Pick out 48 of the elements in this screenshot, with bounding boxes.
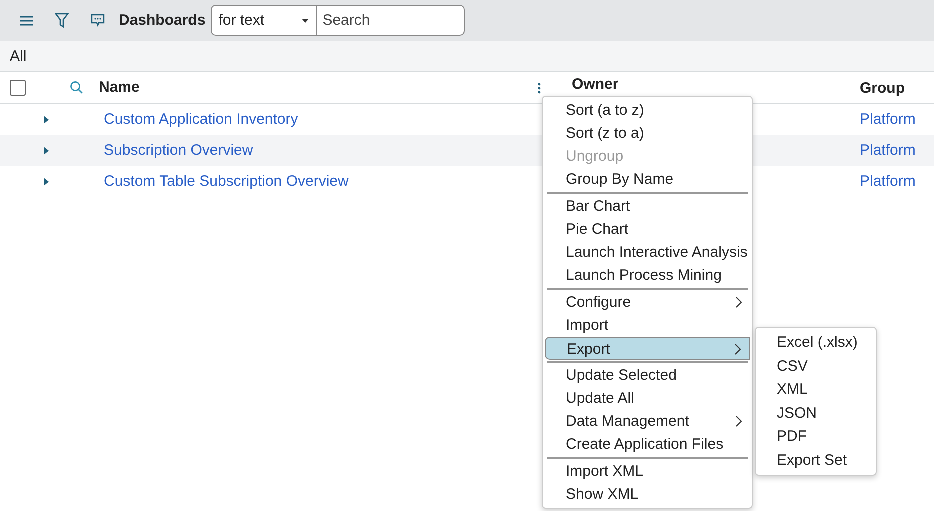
menu-item[interactable]: Bar Chart	[545, 195, 750, 218]
menu-icon[interactable]	[20, 16, 33, 26]
menu-item[interactable]: Launch Process Mining	[545, 264, 750, 287]
menu-item[interactable]: Data Management	[545, 410, 750, 433]
menu-item[interactable]: CSV	[756, 354, 876, 378]
chevron-right-icon	[735, 344, 741, 355]
menu-item[interactable]: Excel (.xlsx)	[756, 331, 876, 354]
menu-item[interactable]: Show XML	[545, 483, 750, 506]
menu-item[interactable]: Export	[545, 337, 750, 360]
breadcrumb[interactable]: All	[10, 48, 27, 64]
filter-select[interactable]: for text	[210, 5, 317, 36]
menu-item[interactable]: JSON	[756, 402, 876, 425]
search-icon[interactable]	[70, 81, 83, 94]
page-title: Dashboards	[119, 12, 206, 29]
menu-item[interactable]: Import	[545, 314, 750, 337]
menu-item[interactable]: Update Selected	[545, 364, 750, 387]
name-link[interactable]: Custom Application Inventory	[104, 111, 298, 128]
expand-icon[interactable]	[44, 116, 49, 124]
menu-item[interactable]: XML	[756, 378, 876, 402]
menu-item[interactable]: Launch Interactive Analysis	[545, 241, 750, 264]
menu-item[interactable]: Export Set	[756, 448, 876, 472]
name-link[interactable]: Custom Table Subscription Overview	[104, 173, 349, 190]
menu-item[interactable]: Update All	[545, 387, 750, 410]
group-link[interactable]: Platform	[860, 111, 916, 128]
expand-icon[interactable]	[44, 178, 49, 186]
menu-item[interactable]: Group By Name	[545, 168, 750, 191]
chat-icon[interactable]	[91, 14, 105, 27]
menu-item[interactable]: Configure	[545, 291, 750, 314]
menu-item[interactable]: PDF	[756, 425, 876, 448]
column-header[interactable]: Owner	[572, 76, 619, 93]
menu-item[interactable]: Import XML	[545, 460, 750, 483]
expand-icon[interactable]	[44, 146, 49, 154]
group-link[interactable]: Platform	[860, 142, 916, 159]
column-header[interactable]: Name	[99, 79, 140, 96]
more-icon[interactable]	[538, 83, 541, 94]
menu-item[interactable]: Pie Chart	[545, 218, 750, 241]
chevron-right-icon	[736, 416, 742, 427]
column-header[interactable]: Group	[860, 80, 905, 97]
caret-icon	[302, 18, 309, 22]
menu-item[interactable]: Create Application Files	[545, 433, 750, 456]
menu-item[interactable]: Sort (z to a)	[545, 122, 750, 145]
search-field[interactable]: Search	[316, 5, 465, 36]
menu-item[interactable]: Sort (a to z)	[545, 99, 750, 122]
select-all-checkbox[interactable]	[10, 80, 26, 96]
chevron-right-icon	[736, 297, 742, 308]
name-link[interactable]: Subscription Overview	[104, 142, 254, 159]
filter-icon[interactable]	[55, 13, 69, 28]
group-link[interactable]: Platform	[860, 173, 916, 190]
